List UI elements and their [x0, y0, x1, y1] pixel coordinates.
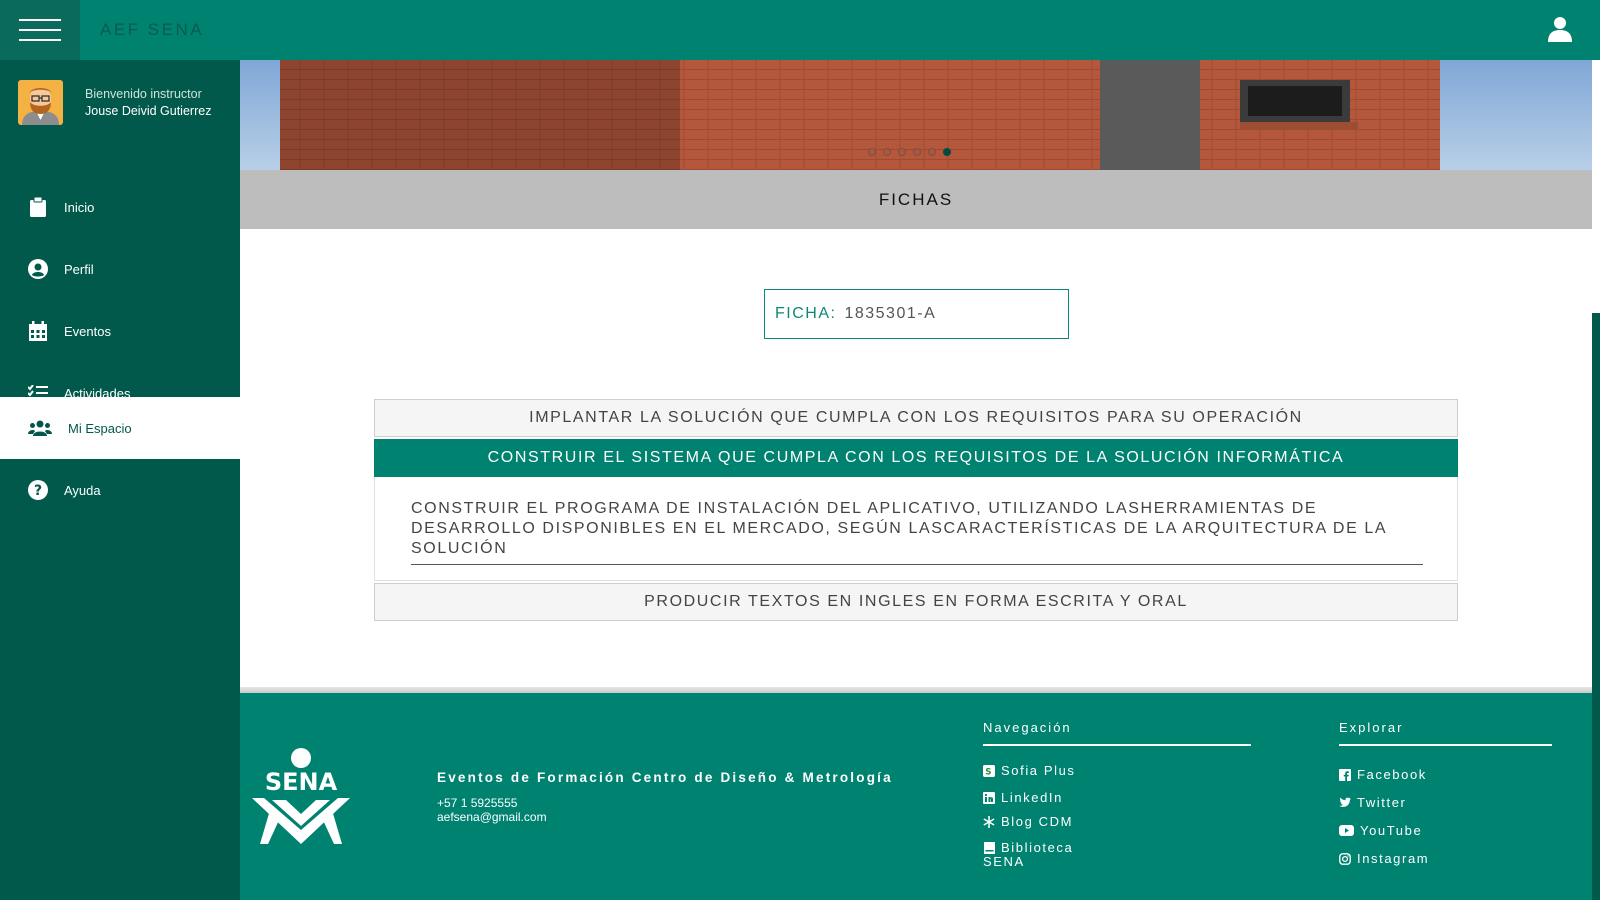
sena-logo: SENA [252, 748, 350, 844]
sidebar-item-mi-espacio[interactable]: Mi Espacio [0, 397, 240, 459]
instagram-icon [1339, 852, 1351, 865]
user-name: Jouse Deivid Gutierrez [85, 104, 212, 118]
scrollbar[interactable] [1592, 313, 1600, 900]
accordion-header-expanded[interactable]: CONSTRUIR EL SISTEMA QUE CUMPLA CON LOS … [374, 439, 1458, 477]
footer-link-blog-cdm[interactable]: Blog CDM [983, 814, 1073, 829]
footer-link-label: LinkedIn [1001, 790, 1063, 805]
book-icon [983, 841, 995, 854]
top-bar: AEF SENA [0, 0, 1600, 60]
divider [983, 744, 1251, 746]
accordion-header[interactable]: IMPLANTAR LA SOLUCIÓN QUE CUMPLA CON LOS… [374, 399, 1458, 437]
footer-link-label: Instagram [1357, 851, 1430, 866]
carousel-dot-active[interactable] [943, 148, 951, 156]
footer-link-twitter[interactable]: Twitter [1339, 795, 1406, 810]
avatar [18, 80, 63, 125]
user-profile: Bienvenido instructor Jouse Deivid Gutie… [0, 60, 240, 148]
calendar-icon [28, 321, 48, 341]
footer-link-sofia-plus[interactable]: S Sofia Plus [983, 763, 1076, 778]
linkedin-icon [983, 791, 995, 804]
sidebar-item-label: Mi Espacio [68, 420, 132, 436]
twitter-icon [1339, 797, 1351, 809]
footer-link-label: Sofia Plus [1001, 763, 1076, 778]
footer: SENA Eventos de Formación Centro de Dise… [240, 693, 1592, 900]
sidebar-item-perfil[interactable]: Perfil [0, 238, 240, 300]
page-title: FICHAS [878, 189, 954, 209]
accordion-panel: CONSTRUIR EL PROGRAMA DE INSTALACIÓN DEL… [374, 477, 1458, 581]
sidebar-item-ayuda[interactable]: ? Ayuda [0, 459, 240, 521]
menu-toggle-button[interactable] [0, 0, 80, 60]
sidebar-item-label: Eventos [64, 323, 111, 339]
sidebar-item-eventos[interactable]: Eventos [0, 300, 240, 362]
carousel-dot[interactable] [913, 148, 921, 156]
divider [1339, 744, 1552, 746]
footer-link-youtube[interactable]: YouTube [1339, 823, 1422, 838]
sidebar-item-label: Ayuda [64, 482, 101, 498]
users-icon [28, 418, 52, 438]
sidebar-item-label: Perfil [64, 261, 94, 277]
footer-email[interactable]: aefsena@gmail.com [437, 810, 547, 824]
youtube-icon [1339, 825, 1354, 837]
carousel-dot[interactable] [928, 148, 936, 156]
ficha-label: FICHA: [775, 305, 837, 322]
user-circle-icon [28, 259, 48, 279]
carousel-dot[interactable] [898, 148, 906, 156]
question-circle-icon: ? [28, 480, 48, 500]
footer-link-biblioteca[interactable]: Biblioteca [983, 840, 1073, 855]
footer-link-label: Twitter [1357, 795, 1407, 810]
svg-text:S: S [985, 767, 993, 777]
svg-text:SENA: SENA [265, 768, 338, 796]
welcome-text: Bienvenido instructor [85, 87, 202, 101]
svg-text:?: ? [34, 483, 42, 499]
sofia-plus-icon: S [983, 764, 995, 777]
footer-link-label: SENA [983, 854, 1025, 869]
ficha-selector[interactable]: FICHA: 1835301-A [764, 289, 1069, 339]
snowflake-icon [983, 815, 995, 828]
footer-explore-title: Explorar [1339, 720, 1404, 735]
carousel-dot[interactable] [868, 148, 876, 156]
sidebar: Bienvenido instructor Jouse Deivid Gutie… [0, 60, 240, 900]
sidebar-item-inicio[interactable]: Inicio [0, 176, 240, 238]
clipboard-icon [28, 197, 48, 217]
footer-link-instagram[interactable]: Instagram [1339, 851, 1429, 866]
footer-link-facebook[interactable]: Facebook [1339, 767, 1427, 782]
footer-title: Eventos de Formación Centro de Diseño & … [437, 770, 893, 785]
facebook-icon [1339, 768, 1351, 781]
carousel-indicators [868, 148, 951, 156]
footer-link-label: Facebook [1357, 767, 1427, 782]
banner-carousel[interactable] [240, 60, 1592, 170]
hamburger-icon-line [19, 39, 61, 41]
footer-link-label: YouTube [1360, 823, 1423, 838]
accordion-panel-item[interactable]: CONSTRUIR EL PROGRAMA DE INSTALACIÓN DEL… [411, 499, 1423, 565]
ficha-value: 1835301-A [844, 305, 937, 322]
footer-link-label: Blog CDM [1001, 814, 1074, 829]
footer-link-linkedin[interactable]: LinkedIn [983, 790, 1063, 805]
footer-link-biblioteca-sena[interactable]: SENA [983, 854, 1025, 869]
footer-link-label: Biblioteca [1001, 840, 1074, 855]
footer-nav-title: Navegación [983, 720, 1072, 735]
app-title: AEF SENA [100, 20, 205, 39]
sidebar-item-label: Inicio [64, 199, 95, 215]
accordion-header[interactable]: PRODUCIR TEXTOS EN INGLES EN FORMA ESCRI… [374, 583, 1458, 621]
section-header: FICHAS [240, 170, 1592, 229]
hamburger-icon [19, 19, 61, 21]
carousel-dot[interactable] [883, 148, 891, 156]
footer-phone: +57 1 5925555 [437, 796, 518, 810]
hamburger-icon-line [19, 29, 61, 31]
user-account-icon[interactable] [1548, 16, 1572, 42]
